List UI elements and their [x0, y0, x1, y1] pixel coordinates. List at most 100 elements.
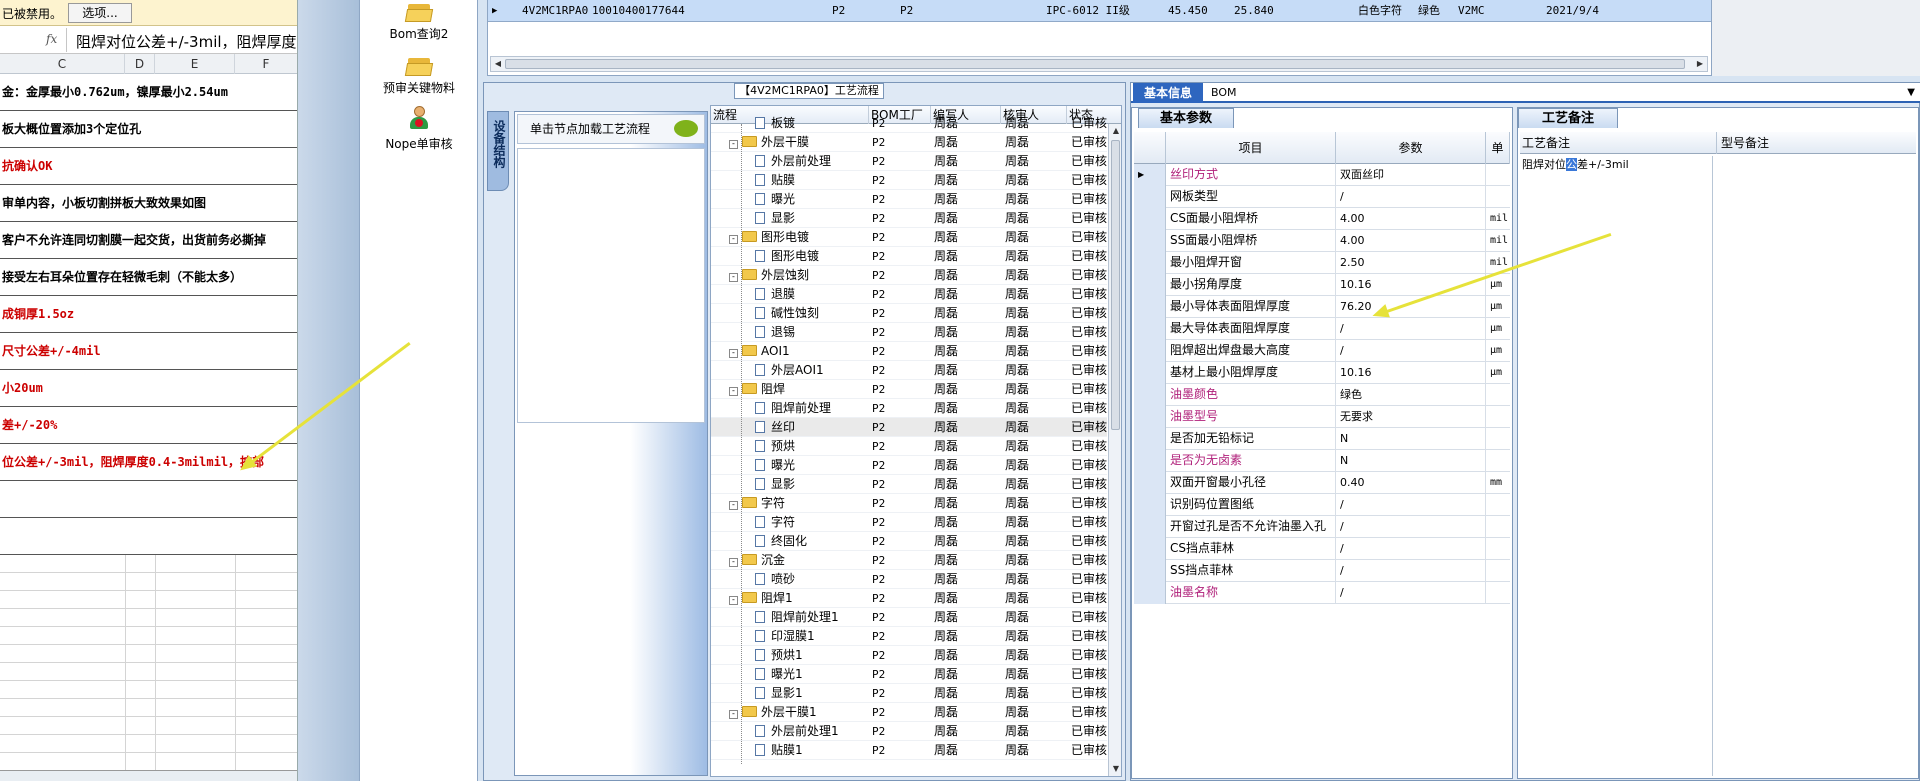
table-row[interactable]: 板镀 P2 周磊 周磊 已审核 — [711, 114, 1107, 133]
row-selector[interactable] — [1134, 450, 1166, 472]
row-selector[interactable] — [1134, 406, 1166, 428]
table-row[interactable]: 外层前处理1 P2 周磊 周磊 已审核 — [711, 722, 1107, 741]
table-row[interactable]: - AOI1 P2 周磊 周磊 已审核 — [711, 342, 1107, 361]
col-header-unit[interactable]: 单 — [1486, 132, 1510, 164]
sheet-row[interactable]: 金：金厚最小0.762um，镍厚最小2.54um — [0, 74, 297, 111]
sheet-grid-row[interactable] — [0, 663, 297, 681]
table-row[interactable]: CS挡点菲林 / — [1134, 538, 1510, 560]
table-row[interactable]: 曝光 P2 周磊 周磊 已审核 — [711, 190, 1107, 209]
collapse-icon[interactable]: - — [729, 140, 738, 149]
formula-input[interactable]: 阻焊对位公差+/-3mil，阻焊厚度 — [76, 31, 297, 52]
param-value[interactable]: / — [1340, 538, 1486, 560]
table-row[interactable]: 油墨型号 无要求 — [1134, 406, 1510, 428]
row-selector[interactable] — [1134, 384, 1166, 406]
table-row[interactable]: - 字符 P2 周磊 周磊 已审核 — [711, 494, 1107, 513]
row-selector[interactable] — [1134, 230, 1166, 252]
table-row[interactable]: 阻焊超出焊盘最大高度 / μm — [1134, 340, 1510, 362]
collapse-icon[interactable]: - — [729, 596, 738, 605]
param-value[interactable]: / — [1340, 340, 1486, 362]
row-selector[interactable] — [1134, 318, 1166, 340]
fx-icon[interactable]: fx — [46, 32, 57, 46]
param-value[interactable]: / — [1340, 582, 1486, 604]
chevron-down-icon[interactable]: ▼ — [1907, 87, 1915, 98]
table-row[interactable]: 最大导体表面阻焊厚度 / μm — [1134, 318, 1510, 340]
tree-node[interactable]: 预烘 — [755, 437, 795, 456]
sheet-grid-row[interactable] — [0, 591, 297, 609]
table-row[interactable]: CS面最小阻焊桥 4.00 mil — [1134, 208, 1510, 230]
column-header-c[interactable]: C — [0, 54, 125, 74]
tree-node[interactable]: 曝光 — [755, 190, 795, 209]
tree-node[interactable]: - 沉金 — [729, 551, 785, 570]
sheet-grid-row[interactable] — [0, 627, 297, 645]
row-selector[interactable] — [1134, 208, 1166, 230]
tree-node[interactable]: 印湿膜1 — [755, 627, 815, 646]
sheet-row[interactable]: 板大概位置添加3个定位孔 — [0, 111, 297, 148]
table-row[interactable]: - 外层干膜 P2 周磊 周磊 已审核 — [711, 133, 1107, 152]
table-row[interactable]: 预烘 P2 周磊 周磊 已审核 — [711, 437, 1107, 456]
param-value[interactable]: 2.50 — [1340, 252, 1486, 274]
param-value[interactable]: / — [1340, 494, 1486, 516]
options-button[interactable]: 选项... — [68, 3, 132, 23]
row-selector[interactable] — [1134, 296, 1166, 318]
table-row[interactable]: 最小阻焊开窗 2.50 mil — [1134, 252, 1510, 274]
sheet-row[interactable] — [0, 481, 297, 518]
column-header-d[interactable]: D — [125, 54, 155, 74]
tree-node[interactable]: 退锡 — [755, 323, 795, 342]
tree-node[interactable]: 碱性蚀刻 — [755, 304, 819, 323]
sheet-grid-row[interactable] — [0, 573, 297, 591]
param-value[interactable]: 双面丝印 — [1340, 164, 1486, 186]
sheet-row[interactable] — [0, 518, 297, 555]
tree-node[interactable]: 丝印 — [755, 418, 795, 437]
sheet-row[interactable]: 差+/-20% — [0, 407, 297, 444]
row-selector[interactable] — [1134, 582, 1166, 604]
sheet-row[interactable]: 审单内容，小板切割拼板大致效果如图 — [0, 185, 297, 222]
tree-node[interactable]: 外层前处理 — [755, 152, 831, 171]
table-row[interactable]: 外层AOI1 P2 周磊 周磊 已审核 — [711, 361, 1107, 380]
table-row[interactable]: 印湿膜1 P2 周磊 周磊 已审核 — [711, 627, 1107, 646]
tree-node[interactable]: 显影1 — [755, 684, 803, 703]
row-selector[interactable] — [1134, 494, 1166, 516]
tree-node[interactable]: - 字符 — [729, 494, 785, 513]
table-row[interactable]: 外层前处理 P2 周磊 周磊 已审核 — [711, 152, 1107, 171]
sheet-row[interactable]: 抗确认OK — [0, 148, 297, 185]
tab-equipment-structure[interactable]: 设备结构 — [487, 111, 509, 191]
tree-node[interactable]: 贴膜1 — [755, 741, 803, 760]
tree-node[interactable]: 曝光 — [755, 456, 795, 475]
table-row[interactable]: - 外层蚀刻 P2 周磊 周磊 已审核 — [711, 266, 1107, 285]
table-row[interactable]: 是否为无卤素 N — [1134, 450, 1510, 472]
tree-node[interactable]: 预烘1 — [755, 646, 803, 665]
collapse-icon[interactable]: - — [729, 501, 738, 510]
param-value[interactable]: 4.00 — [1340, 208, 1486, 230]
tree-node[interactable]: 终固化 — [755, 532, 807, 551]
table-row[interactable]: 开窗过孔是否不允许油墨入孔 / — [1134, 516, 1510, 538]
tree-node[interactable]: - 外层干膜1 — [729, 703, 817, 722]
collapse-icon[interactable]: - — [729, 387, 738, 396]
sheet-row[interactable]: 客户不允许连同切割膜一起交货，出货前务必撕掉 — [0, 222, 297, 259]
table-row[interactable]: 曝光1 P2 周磊 周磊 已审核 — [711, 665, 1107, 684]
param-value[interactable]: 4.00 — [1340, 230, 1486, 252]
tree-node[interactable]: 图形电镀 — [755, 247, 819, 266]
param-value[interactable]: N — [1340, 428, 1486, 450]
table-row[interactable]: 贴膜1 P2 周磊 周磊 已审核 — [711, 741, 1107, 760]
scroll-thumb[interactable] — [1111, 140, 1120, 430]
tree-node[interactable]: 字符 — [755, 513, 795, 532]
sheet-grid-row[interactable] — [0, 735, 297, 753]
table-row[interactable]: 最小导体表面阻焊厚度 76.20 μm — [1134, 296, 1510, 318]
table-row[interactable]: 阻焊前处理1 P2 周磊 周磊 已审核 — [711, 608, 1107, 627]
param-value[interactable]: 绿色 — [1340, 384, 1486, 406]
node-list[interactable] — [517, 148, 705, 423]
tab-basic-info[interactable]: 基本信息 — [1133, 83, 1203, 103]
tree-node[interactable]: 板镀 — [755, 114, 795, 133]
vertical-scrollbar[interactable]: ▲ ▼ — [1108, 124, 1121, 776]
param-value[interactable]: / — [1340, 318, 1486, 340]
table-row[interactable]: 显影 P2 周磊 周磊 已审核 — [711, 209, 1107, 228]
param-value[interactable]: / — [1340, 186, 1486, 208]
tree-node[interactable]: - 阻焊1 — [729, 589, 793, 608]
scroll-up-icon[interactable]: ▲ — [1109, 124, 1121, 138]
table-row[interactable]: 油墨名称 / — [1134, 582, 1510, 604]
row-selector[interactable] — [1134, 362, 1166, 384]
load-flow-button[interactable]: 单击节点加载工艺流程 — [517, 114, 705, 144]
collapse-icon[interactable]: - — [729, 235, 738, 244]
tree-node[interactable]: 退膜 — [755, 285, 795, 304]
tree-node[interactable]: 阻焊前处理1 — [755, 608, 839, 627]
